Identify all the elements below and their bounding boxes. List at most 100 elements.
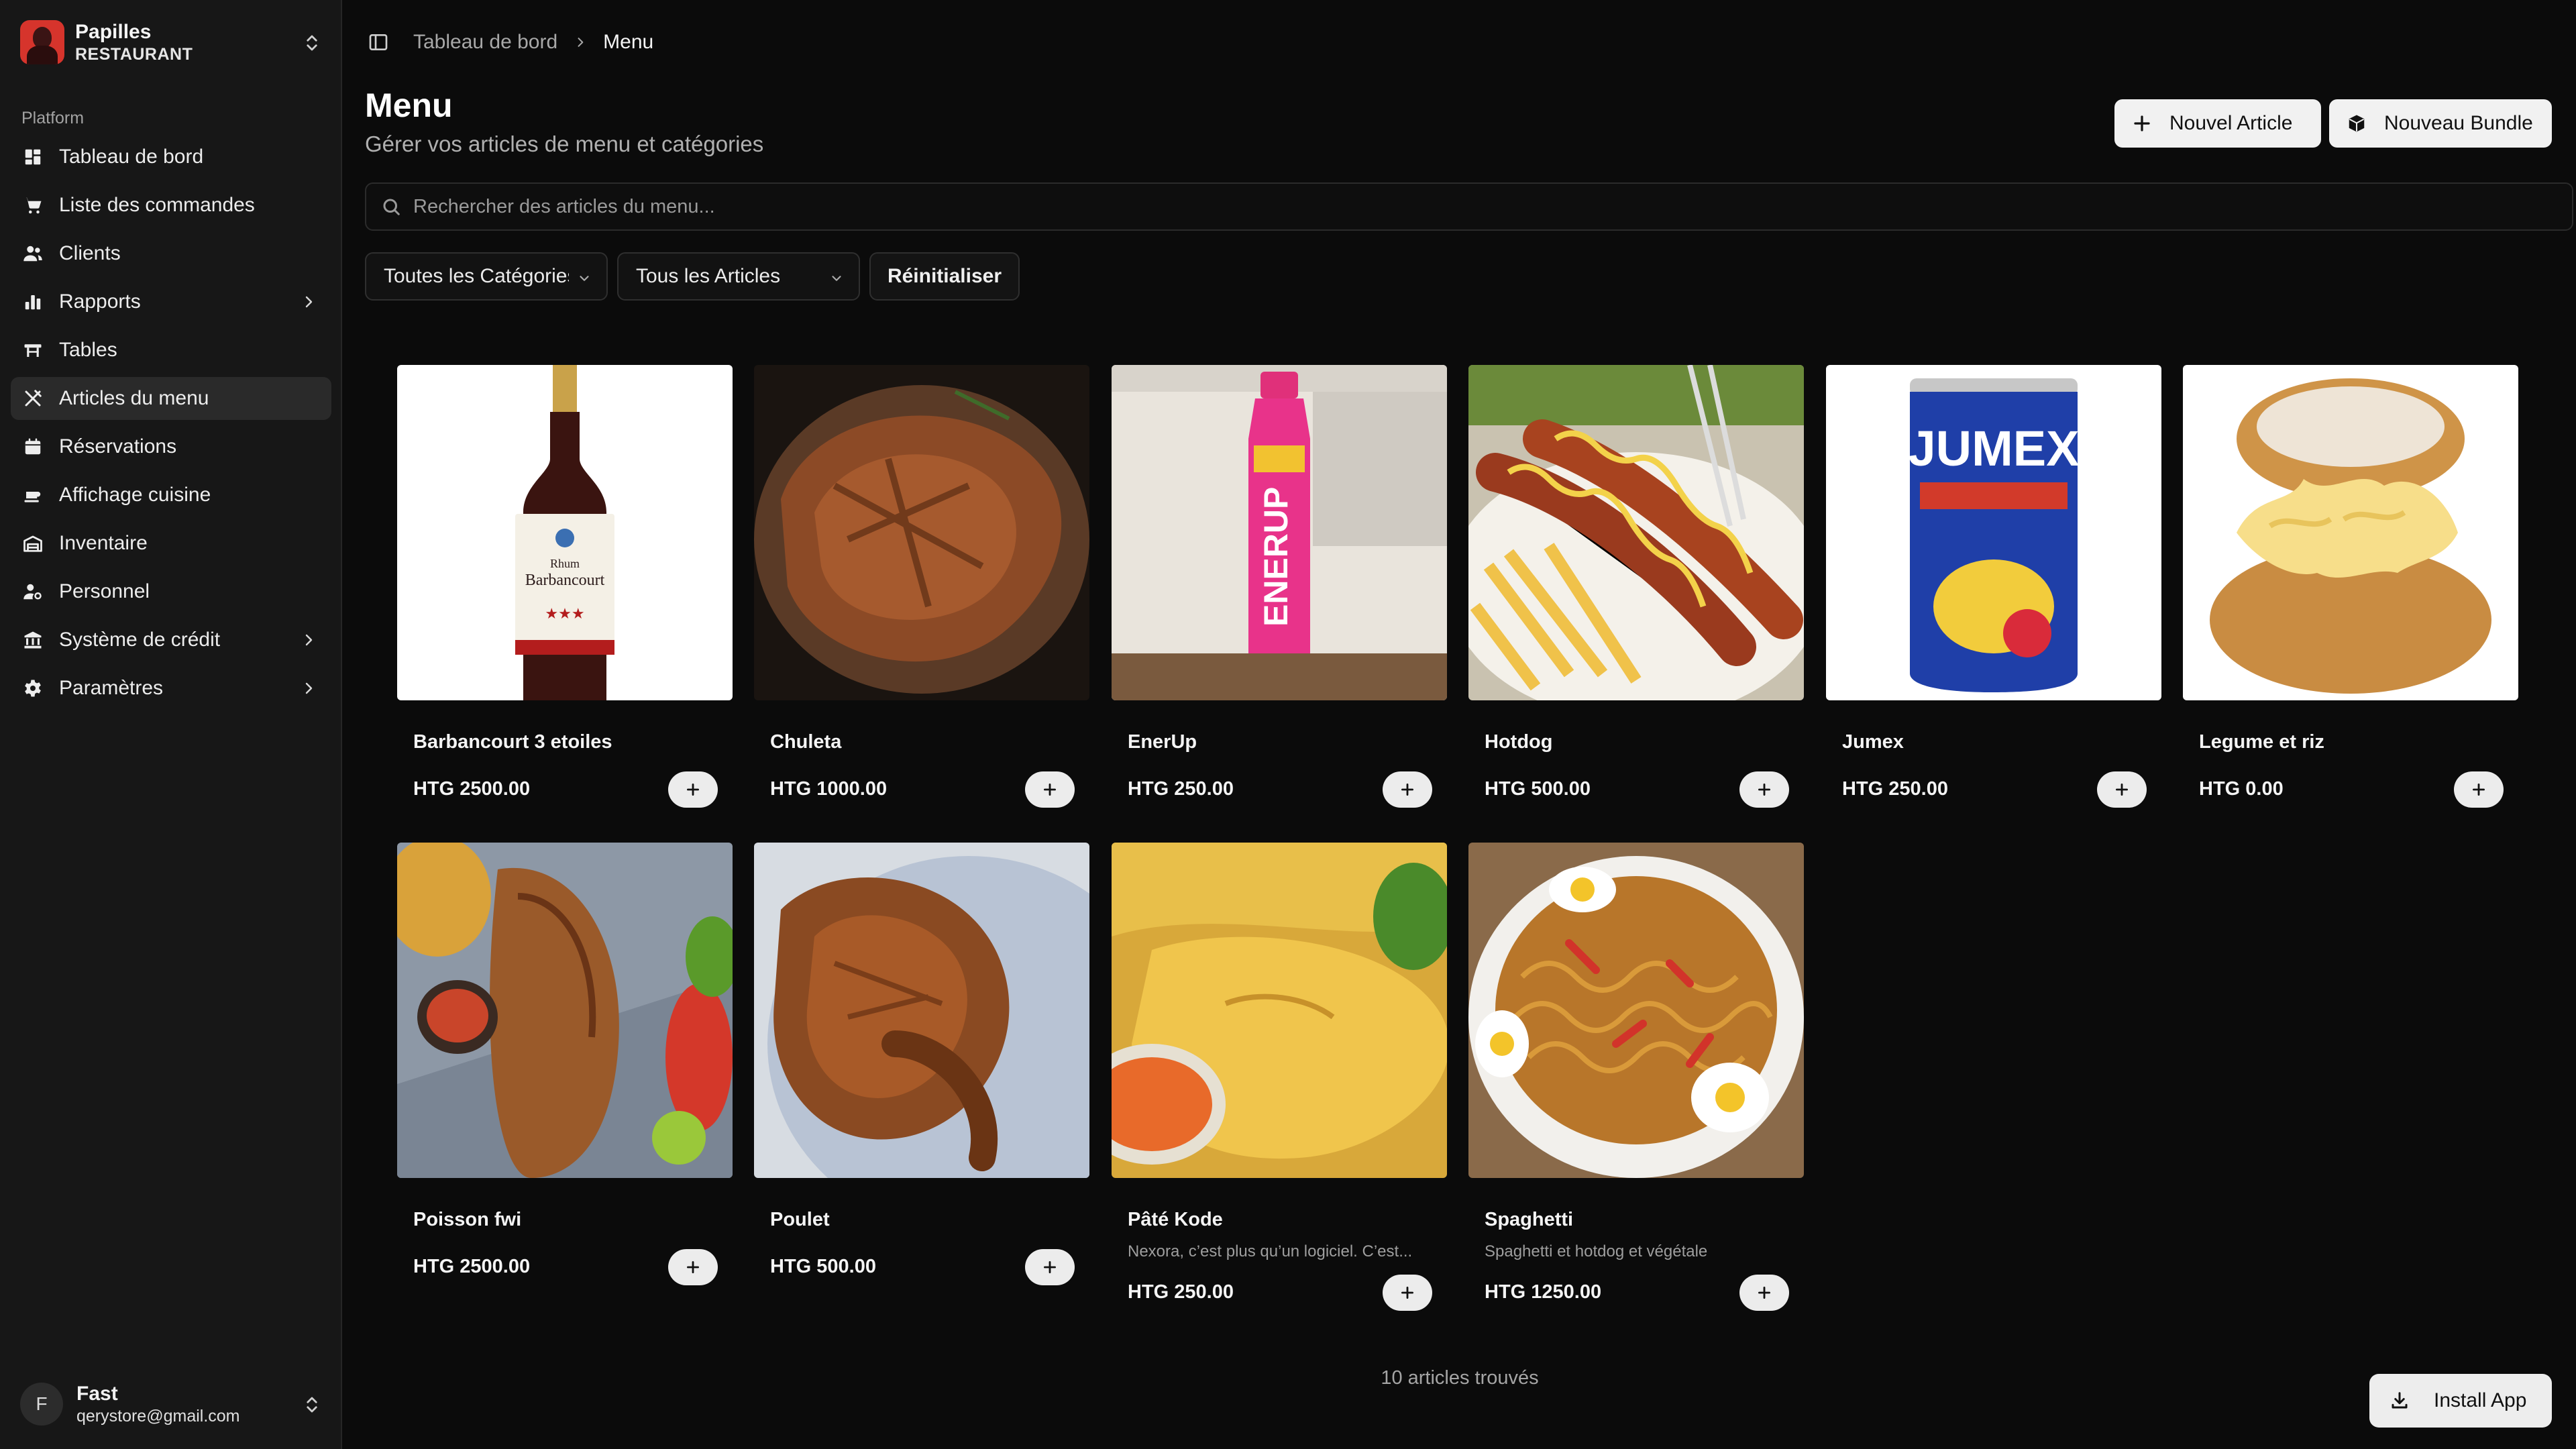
chevron-right-icon	[305, 296, 313, 308]
add-to-order-button[interactable]	[1025, 1249, 1075, 1285]
menu-item-name: Poisson fwi	[413, 1209, 522, 1230]
sidebar: Papilles RESTAURANT Platform Tableau de …	[0, 0, 342, 1449]
svg-text:JUMEX: JUMEX	[1909, 421, 2080, 476]
menu-item-name: Jumex	[1842, 731, 1904, 753]
plus-icon	[2134, 115, 2150, 131]
svg-text:Rhum: Rhum	[550, 557, 580, 570]
add-to-order-button[interactable]	[1739, 1275, 1789, 1311]
menu-item-name: Legume et riz	[2199, 731, 2324, 753]
sidebar-item-inventory[interactable]: Inventaire	[11, 522, 331, 565]
menu-item-price: HTG 250.00	[1128, 1281, 1234, 1303]
plus-icon	[1044, 784, 1056, 796]
plus-icon	[687, 784, 699, 796]
new-article-button[interactable]: Nouvel Article	[2114, 99, 2321, 148]
hotdogs-fries-image	[1468, 365, 1804, 700]
calendar-icon	[25, 438, 41, 455]
cream-puff-image	[2183, 365, 2518, 700]
menu-item-description: Nexora, c’est plus qu’un logiciel. C’est…	[1128, 1242, 1413, 1260]
sidebar-item-clients[interactable]: Clients	[11, 232, 331, 275]
search-icon	[383, 199, 400, 215]
svg-text:★★★: ★★★	[545, 605, 584, 622]
add-to-order-button[interactable]	[668, 771, 718, 808]
breadcrumb: Tableau de bord Menu	[368, 27, 653, 58]
sidebar-item-label: Clients	[59, 242, 121, 264]
new-bundle-button[interactable]: Nouveau Bundle	[2329, 99, 2552, 148]
bar-chart-icon	[25, 295, 41, 310]
article-filter-select[interactable]: Tous les Articles	[617, 252, 860, 301]
plus-icon	[1401, 784, 1413, 796]
add-to-order-button[interactable]	[2097, 771, 2147, 808]
menu-item-price: HTG 0.00	[2199, 778, 2284, 800]
menu-item-price: HTG 1000.00	[770, 778, 888, 800]
sidebar-item-label: Tables	[59, 339, 117, 361]
sidebar-item-kitchen-display[interactable]: Affichage cuisine	[11, 474, 331, 517]
user-menu[interactable]: F Fast qerystore@gmail.com	[20, 1381, 322, 1428]
menu-item-price: HTG 250.00	[1842, 778, 1948, 800]
add-to-order-button[interactable]	[1383, 771, 1432, 808]
sidebar-item-settings[interactable]: Paramètres	[11, 667, 331, 710]
sidebar-toggle-icon[interactable]	[368, 32, 389, 53]
plus-icon	[2473, 784, 2485, 796]
add-to-order-button[interactable]	[668, 1249, 718, 1285]
search-bar	[365, 182, 2573, 231]
plus-icon	[1758, 1287, 1770, 1299]
breadcrumb-current: Menu	[603, 31, 654, 53]
menu-item-description: Spaghetti et hotdog et végétale	[1485, 1242, 1708, 1260]
user-cog-icon	[23, 584, 42, 600]
user-name: Fast	[76, 1382, 118, 1405]
sidebar-item-label: Tableau de bord	[59, 146, 204, 168]
bank-icon	[24, 631, 42, 649]
sidebar-item-dashboard[interactable]: Tableau de bord	[11, 136, 331, 178]
new-article-label: Nouvel Article	[2169, 112, 2293, 134]
new-bundle-label: Nouveau Bundle	[2384, 112, 2533, 134]
install-app-button[interactable]: Install App	[2369, 1374, 2552, 1428]
download-icon	[2392, 1392, 2408, 1409]
svg-text:ENERUP: ENERUP	[1257, 487, 1295, 627]
gear-icon	[25, 680, 41, 697]
chevron-up-down-icon	[307, 1397, 317, 1413]
sidebar-item-label: Articles du menu	[59, 387, 209, 409]
category-filter-select[interactable]: Toutes les Catégories	[365, 252, 608, 301]
cart-icon	[24, 197, 42, 214]
chevron-down-icon	[832, 276, 841, 281]
add-to-order-button[interactable]	[1025, 771, 1075, 808]
svg-text:Barbancourt: Barbancourt	[525, 572, 605, 589]
reset-filters-button[interactable]: Réinitialiser	[869, 252, 1020, 301]
search-input[interactable]	[413, 195, 2493, 218]
add-to-order-button[interactable]	[2454, 771, 2504, 808]
plus-icon	[1758, 784, 1770, 796]
sidebar-item-label: Rapports	[59, 290, 141, 313]
plus-icon	[2116, 784, 2128, 796]
chevron-right-icon	[578, 38, 584, 47]
spaghetti-eggs-image	[1468, 843, 1804, 1178]
restaurant-logo	[20, 20, 64, 64]
warehouse-icon	[23, 535, 42, 552]
chevron-down-icon	[580, 276, 589, 281]
category-filter-value: Toutes les Catégories	[384, 265, 569, 287]
breadcrumb-dashboard-link[interactable]: Tableau de bord	[413, 31, 557, 54]
main-content: Tableau de bord Menu Menu Gérer vos arti…	[343, 0, 2576, 1449]
sidebar-item-label: Affichage cuisine	[59, 484, 211, 506]
package-icon	[2349, 115, 2365, 132]
sidebar-item-tables[interactable]: Tables	[11, 329, 331, 372]
sidebar-item-menu-articles[interactable]: Articles du menu	[11, 377, 331, 420]
sidebar-item-label: Paramètres	[59, 677, 164, 699]
sidebar-item-staff[interactable]: Personnel	[11, 570, 331, 613]
app-subtitle: RESTAURANT	[75, 45, 193, 64]
sidebar-item-reports[interactable]: Rapports	[11, 280, 331, 323]
workspace-switcher[interactable]: Papilles RESTAURANT	[20, 19, 322, 66]
results-count: 10 articles trouvés	[1381, 1367, 1539, 1389]
nav-section-label: Platform	[21, 109, 85, 127]
page-title: Menu	[365, 87, 453, 124]
sidebar-item-reservations[interactable]: Réservations	[11, 425, 331, 468]
sidebar-item-orders[interactable]: Liste des commandes	[11, 184, 331, 227]
menu-item-price: HTG 2500.00	[413, 778, 531, 800]
add-to-order-button[interactable]	[1739, 771, 1789, 808]
add-to-order-button[interactable]	[1383, 1275, 1432, 1311]
avatar: F	[20, 1383, 63, 1426]
menu-item-name: EnerUp	[1128, 731, 1197, 753]
page-subtitle: Gérer vos articles de menu et catégories	[365, 131, 764, 156]
plus-icon	[1401, 1287, 1413, 1299]
fried-pastry-image	[1112, 843, 1447, 1178]
sidebar-item-credit-system[interactable]: Système de crédit	[11, 619, 331, 661]
